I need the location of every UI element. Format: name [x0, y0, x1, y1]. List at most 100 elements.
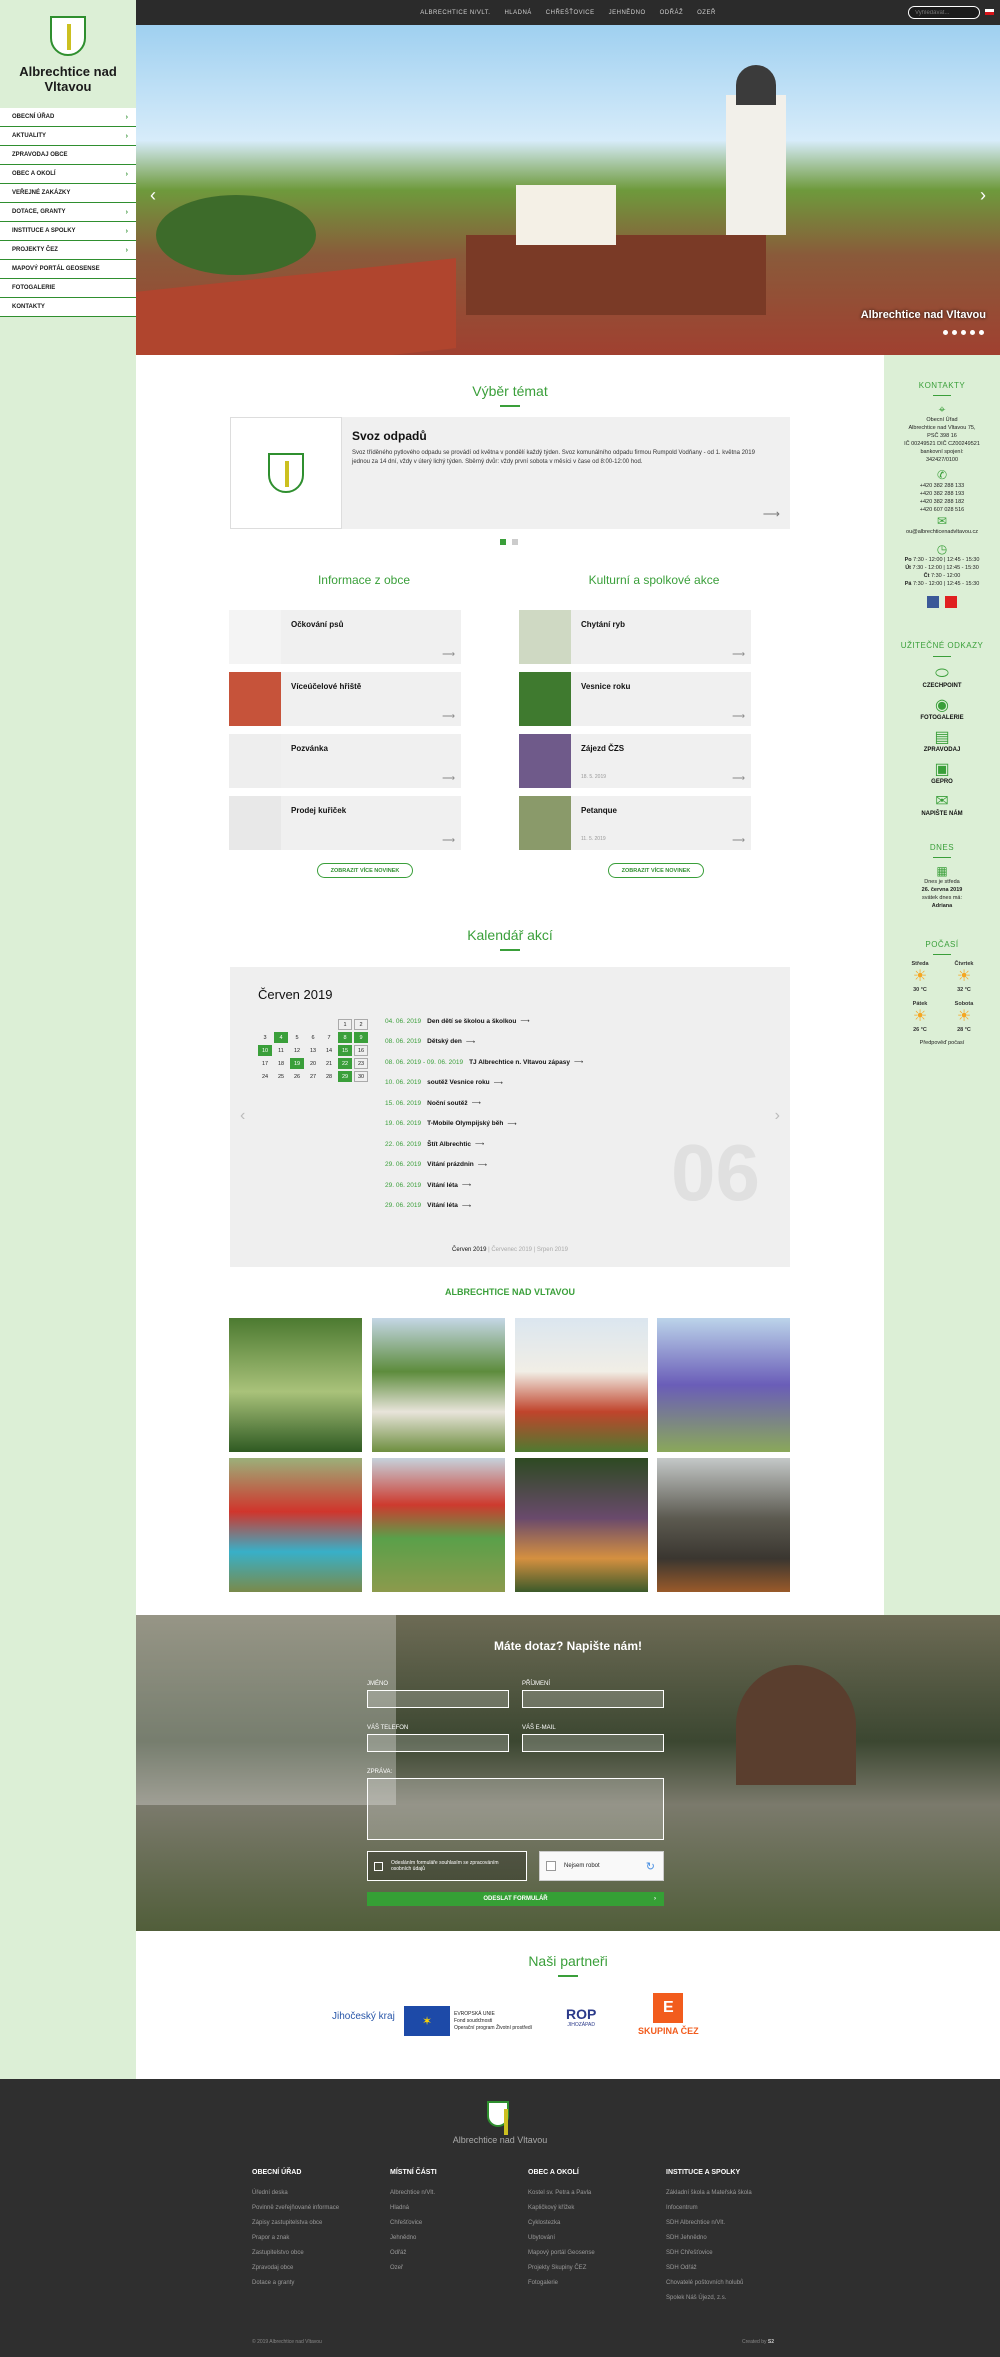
event-row[interactable]: 04. 06. 2019 Den dětí se školou a školkou…: [385, 1011, 583, 1032]
calendar-day[interactable]: 28: [322, 1071, 336, 1082]
calendar-day[interactable]: 30: [354, 1071, 368, 1082]
footer-link[interactable]: Albrechtice n/Vlt.: [390, 2186, 530, 2201]
partner-cez[interactable]: E SKUPINA ČEZ: [638, 1993, 699, 2036]
footer-link[interactable]: Fotogalerie: [528, 2276, 668, 2291]
event-name[interactable]: Vítání léta: [427, 1182, 458, 1189]
event-row[interactable]: 29. 06. 2019 Vítání prázdnin ⟶: [385, 1155, 583, 1176]
arrow-right-icon[interactable]: ⟶: [732, 773, 745, 784]
sidebar-item[interactable]: ZPRAVODAJ OBCE: [0, 146, 136, 165]
info-item-title[interactable]: Prodej kuřiček: [291, 806, 346, 815]
sidebar-item[interactable]: KONTAKTY: [0, 298, 136, 317]
topic-title[interactable]: Svoz odpadů: [352, 429, 427, 443]
more-info-button[interactable]: ZOBRAZIT VÍCE NOVINEK: [317, 863, 413, 878]
calendar-day[interactable]: 24: [258, 1071, 272, 1082]
calendar-month-link[interactable]: Červenec 2019: [491, 1247, 532, 1253]
info-item[interactable]: Prodej kuřiček ⟶: [229, 796, 461, 850]
calendar-day[interactable]: 10: [258, 1045, 272, 1056]
calendar-day[interactable]: 13: [306, 1045, 320, 1056]
calendar-month-active[interactable]: Červen 2019: [452, 1247, 486, 1253]
calendar-day[interactable]: 1: [338, 1019, 352, 1030]
calendar-day[interactable]: 19: [290, 1058, 304, 1069]
sidebar-item[interactable]: VEŘEJNÉ ZAKÁZKY: [0, 184, 136, 203]
culture-item[interactable]: Petanque 11. 5. 2019 ⟶: [519, 796, 751, 850]
useful-link-label[interactable]: NAPIŠTE NÁM: [884, 811, 1000, 817]
language-flag-icon[interactable]: [985, 9, 994, 15]
calendar-day[interactable]: 15: [338, 1045, 352, 1056]
footer-link[interactable]: SDH Chřešťovice: [666, 2246, 806, 2261]
culture-item-title[interactable]: Chytání ryb: [581, 620, 625, 629]
top-menu-item[interactable]: HLADNÁ: [504, 10, 531, 16]
phone-number[interactable]: +420 382 288 182: [884, 498, 1000, 506]
calendar-day[interactable]: 2: [354, 1019, 368, 1030]
contact-email[interactable]: ou@albrechticenadvltavou.cz: [884, 528, 1000, 536]
calendar-day[interactable]: 8: [338, 1032, 352, 1043]
phone-number[interactable]: +420 607 028 516: [884, 506, 1000, 514]
footer-link[interactable]: Úřední deska: [252, 2186, 392, 2201]
sidebar-item[interactable]: DOTACE, GRANTY ›: [0, 203, 136, 222]
event-row[interactable]: 29. 06. 2019 Vítání léta ⟶: [385, 1175, 583, 1196]
footer-link[interactable]: Zápisy zastupitelstva obce: [252, 2216, 392, 2231]
useful-link[interactable]: ✉ NAPIŠTE NÁM: [884, 794, 1000, 818]
consent-checkbox[interactable]: Odesláním formuláře souhlasím se zpracov…: [367, 1851, 527, 1881]
calendar-day[interactable]: 23: [354, 1058, 368, 1069]
event-name[interactable]: Vítání prázdnin: [427, 1161, 474, 1168]
footer-link[interactable]: Cyklostezka: [528, 2216, 668, 2231]
arrow-right-icon[interactable]: ⟶: [732, 835, 745, 846]
phone-field[interactable]: [367, 1734, 509, 1752]
arrow-right-icon[interactable]: ⟶: [732, 649, 745, 660]
event-row[interactable]: 08. 06. 2019 Dětský den ⟶: [385, 1032, 583, 1053]
useful-link[interactable]: ▣ GEPRO: [884, 762, 1000, 786]
culture-item-title[interactable]: Zájezd ČZS: [581, 744, 624, 753]
footer-link[interactable]: Projekty Skupiny ČEZ: [528, 2261, 668, 2276]
phone-number[interactable]: +420 382 288 133: [884, 482, 1000, 490]
calendar-day[interactable]: 22: [338, 1058, 352, 1069]
footer-logo[interactable]: [487, 2101, 509, 2135]
youtube-icon[interactable]: [945, 596, 958, 608]
top-menu-item[interactable]: ODŘÁŽ: [660, 10, 684, 16]
info-item[interactable]: Očkování psů ⟶: [229, 610, 461, 664]
calendar-day[interactable]: 26: [290, 1071, 304, 1082]
submit-button[interactable]: ODESLAT FORMULÁŘ ›: [367, 1892, 664, 1906]
partner-rop[interactable]: ROP JIHOZÁPAD: [566, 2006, 596, 2028]
footer-link[interactable]: Chovatelé poštovních holubů: [666, 2276, 806, 2291]
gallery-photo[interactable]: [372, 1318, 505, 1452]
weather-note[interactable]: Předpověď počasí: [917, 1039, 967, 1047]
footer-link[interactable]: Základní škola a Mateřská škola: [666, 2186, 806, 2201]
event-row[interactable]: 22. 06. 2019 Štít Albrechtic ⟶: [385, 1134, 583, 1155]
phone-number[interactable]: +420 382 288 193: [884, 490, 1000, 498]
sidebar-item[interactable]: MAPOVÝ PORTÁL GEOSENSE: [0, 260, 136, 279]
email-field[interactable]: [522, 1734, 664, 1752]
culture-item[interactable]: Chytání ryb ⟶: [519, 610, 751, 664]
footer-link[interactable]: Chřešťovice: [390, 2216, 530, 2231]
more-culture-button[interactable]: ZOBRAZIT VÍCE NOVINEK: [608, 863, 704, 878]
recaptcha-widget[interactable]: Nejsem robot ↻: [539, 1851, 664, 1881]
useful-link[interactable]: ◉ FOTOGALERIE: [884, 698, 1000, 722]
message-field[interactable]: [367, 1778, 664, 1840]
first-name-field[interactable]: [367, 1690, 509, 1708]
culture-item-title[interactable]: Vesnice roku: [581, 682, 630, 691]
arrow-right-icon[interactable]: ⟶: [442, 649, 455, 660]
useful-link-label[interactable]: CZECHPOINT: [884, 683, 1000, 689]
top-menu-item[interactable]: OZEŘ: [697, 10, 716, 16]
top-menu-item[interactable]: CHŘEŠŤOVICE: [546, 10, 595, 16]
culture-item-title[interactable]: Petanque: [581, 806, 617, 815]
useful-link[interactable]: ⬭ CZECHPOINT: [884, 666, 1000, 690]
event-row[interactable]: 10. 06. 2019 soutěž Vesnice roku ⟶: [385, 1073, 583, 1094]
footer-link[interactable]: Spolek Náš Újezd, z.s.: [666, 2291, 806, 2306]
calendar-day[interactable]: 17: [258, 1058, 272, 1069]
gallery-photo[interactable]: [657, 1458, 790, 1592]
footer-link[interactable]: Kostel sv. Petra a Pavla: [528, 2186, 668, 2201]
event-name[interactable]: soutěž Vesnice roku: [427, 1079, 490, 1086]
partner-eu[interactable]: ✶ EVROPSKÁ UNIE Fond soudržnosti Operačn…: [404, 2006, 532, 2036]
calendar-day[interactable]: 27: [306, 1071, 320, 1082]
calendar-day[interactable]: 16: [354, 1045, 368, 1056]
sidebar-item[interactable]: OBECNÍ ÚŘAD ›: [0, 108, 136, 127]
calendar-next-icon[interactable]: ›: [775, 1107, 780, 1125]
partner-jihocesky-kraj[interactable]: Jihočeský kraj: [332, 2007, 395, 2022]
footer-link[interactable]: Odřáž: [390, 2246, 530, 2261]
calendar-day[interactable]: 21: [322, 1058, 336, 1069]
calendar-day[interactable]: 6: [306, 1032, 320, 1043]
event-name[interactable]: Dětský den: [427, 1038, 462, 1045]
last-name-field[interactable]: [522, 1690, 664, 1708]
footer-link[interactable]: Jehnědno: [390, 2231, 530, 2246]
